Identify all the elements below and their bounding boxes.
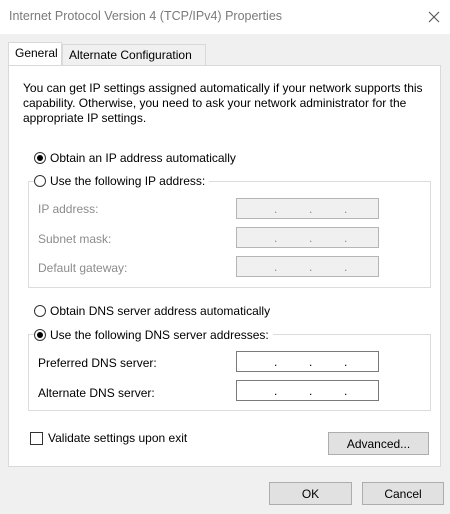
obtain-ip-auto-radio[interactable]: Obtain an IP address automatically (34, 151, 240, 165)
use-following-dns-label: Use the following DNS server addresses: (50, 328, 269, 342)
obtain-dns-auto-radio[interactable]: Obtain DNS server address automatically (34, 304, 275, 318)
octet-separator: . (309, 260, 313, 274)
octet-separator: . (309, 231, 313, 245)
tab-general[interactable]: General (8, 42, 62, 65)
checkbox-indicator (30, 431, 43, 445)
radio-indicator-dns-auto (34, 305, 46, 317)
octet-separator: . (274, 231, 278, 245)
tab-alternate-configuration-label: Alternate Configuration (69, 48, 192, 62)
preferred-dns-input[interactable]: . . . (236, 351, 379, 372)
tab-alternate-configuration[interactable]: Alternate Configuration (62, 44, 206, 65)
octet-separator: . (274, 202, 278, 216)
octet-separator: . (274, 384, 278, 398)
alternate-dns-label: Alternate DNS server: (38, 386, 155, 400)
preferred-dns-label: Preferred DNS server: (38, 356, 157, 370)
octet-separator: . (344, 384, 348, 398)
radio-indicator-ip-auto (34, 152, 46, 164)
ip-address-label: IP address: (38, 202, 99, 216)
use-following-dns-radio[interactable]: Use the following DNS server addresses: (34, 328, 273, 342)
close-button[interactable] (421, 4, 447, 30)
use-following-ip-radio[interactable]: Use the following IP address: (34, 174, 210, 188)
ok-button[interactable]: OK (269, 482, 352, 505)
validate-settings-checkbox[interactable]: Validate settings upon exit (30, 431, 187, 445)
alternate-dns-input[interactable]: . . . (236, 380, 379, 401)
title-bar: Internet Protocol Version 4 (TCP/IPv4) P… (0, 0, 450, 34)
advanced-button-label: Advanced... (346, 436, 411, 451)
radio-indicator-dns-manual (34, 329, 46, 341)
general-panel: You can get IP settings assigned automat… (8, 65, 441, 467)
octet-separator: . (274, 355, 278, 369)
use-following-ip-label: Use the following IP address: (50, 174, 206, 188)
subnet-mask-label: Subnet mask: (38, 232, 112, 246)
radio-indicator-ip-manual (34, 175, 46, 187)
window-title: Internet Protocol Version 4 (TCP/IPv4) P… (9, 9, 283, 23)
octet-separator: . (309, 355, 313, 369)
octet-separator: . (274, 260, 278, 274)
validate-settings-label: Validate settings upon exit (48, 431, 188, 445)
octet-separator: . (309, 384, 313, 398)
cancel-button[interactable]: Cancel (362, 482, 444, 505)
tab-general-label: General (15, 46, 58, 60)
cancel-button-label: Cancel (384, 486, 422, 501)
obtain-dns-auto-label: Obtain DNS server address automatically (50, 304, 271, 318)
intro-text: You can get IP settings assigned automat… (23, 81, 423, 125)
ip-address-input[interactable]: . . . (236, 198, 379, 219)
subnet-mask-input[interactable]: . . . (236, 227, 379, 248)
octet-separator: . (344, 231, 348, 245)
obtain-ip-auto-label: Obtain an IP address automatically (50, 151, 236, 165)
default-gateway-input[interactable]: . . . (236, 256, 379, 277)
octet-separator: . (344, 202, 348, 216)
octet-separator: . (309, 202, 313, 216)
advanced-button[interactable]: Advanced... (328, 432, 429, 455)
default-gateway-label: Default gateway: (38, 261, 128, 275)
ok-button-label: OK (301, 486, 320, 501)
octet-separator: . (344, 355, 348, 369)
octet-separator: . (344, 260, 348, 274)
close-icon (428, 11, 440, 23)
